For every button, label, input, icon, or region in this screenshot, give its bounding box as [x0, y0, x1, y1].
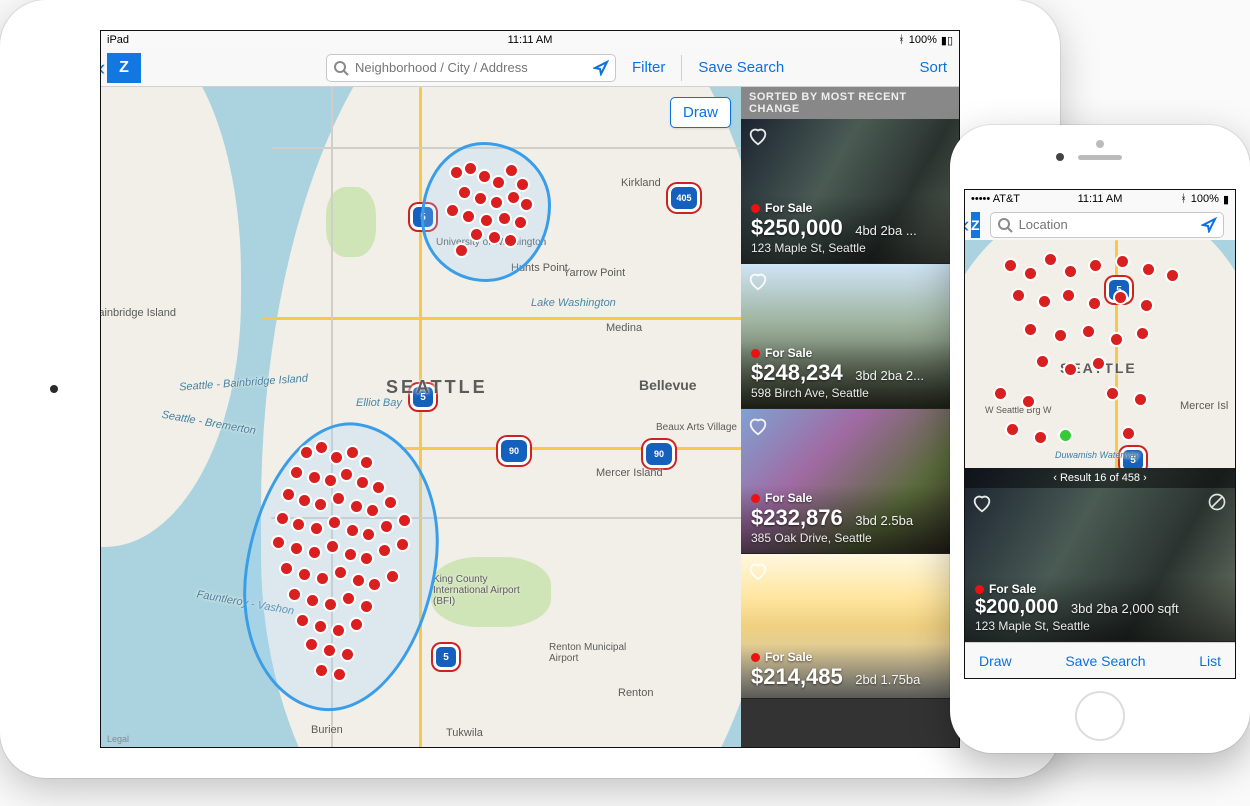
ipad-camera — [50, 385, 58, 393]
search-icon — [997, 217, 1013, 233]
iphone-home-button[interactable] — [1075, 691, 1125, 741]
iphone-screen: ••••• AT&T 11:11 AM ᚼ100%▮ Z Filter 5 5 … — [964, 189, 1236, 679]
listing-card[interactable]: For Sale $250,000 4bd 2ba ... 123 Maple … — [741, 119, 959, 264]
listing-card[interactable]: For Sale $232,876 3bd 2.5ba 385 Oak Driv… — [741, 409, 959, 554]
iphone-sensor — [1096, 140, 1104, 148]
bluetooth-icon: ᚼ — [898, 34, 905, 46]
save-search-button[interactable]: Save Search — [1065, 653, 1145, 669]
hwy-shield-90: 90 — [501, 440, 527, 462]
ipad-status-bar: iPad 11:11 AM ᚼ 100% ▮▯ — [101, 31, 959, 49]
map-label-burien: Burien — [311, 724, 343, 736]
map-label-beaux: Beaux Arts Village — [656, 422, 737, 433]
status-label: For Sale — [765, 201, 812, 215]
favorite-icon[interactable] — [971, 492, 993, 519]
map-label-duwamish: Duwamish Waterway — [1055, 450, 1139, 460]
map-label-mercer: Mercer Isl — [1180, 400, 1228, 412]
clock: 11:11 AM — [101, 34, 959, 46]
sort-button[interactable]: Sort — [913, 59, 953, 76]
iphone-bottom-bar: Draw Save Search List — [965, 642, 1235, 678]
listings-panel[interactable]: SORTED BY MOST RECENT CHANGE For Sale $2… — [741, 87, 959, 747]
map-label-bainbridge: Bainbridge Island — [101, 307, 176, 319]
ipad-device: iPad 11:11 AM ᚼ 100% ▮▯ Z Filter Save Se… — [0, 0, 1060, 778]
search-input[interactable] — [355, 60, 587, 75]
battery-icon: ▮▯ — [941, 34, 953, 47]
draw-button[interactable]: Draw — [979, 653, 1012, 669]
save-search-button[interactable]: Save Search — [692, 59, 790, 76]
favorite-icon[interactable] — [747, 125, 769, 152]
sorted-by-label: SORTED BY MOST RECENT CHANGE — [741, 87, 959, 119]
draw-button[interactable]: Draw — [670, 97, 731, 128]
ipad-content: 5 5 5 405 90 90 SEATTLE Bellevue Kirklan… — [101, 87, 959, 747]
search-input[interactable] — [1019, 217, 1195, 232]
hwy-shield-90: 90 — [646, 443, 672, 465]
list-button[interactable]: List — [1199, 653, 1221, 669]
map-label-kcair: King County International Airport (BFI) — [433, 574, 523, 607]
filter-button[interactable]: Filter — [626, 59, 671, 76]
map-label-seattle: SEATTLE — [386, 377, 488, 398]
status-dot — [751, 204, 760, 213]
map-label-tukwila: Tukwila — [446, 727, 483, 739]
search-box[interactable] — [990, 212, 1224, 238]
map-label-renton: Renton — [618, 687, 653, 699]
map-label-lakewa: Lake Washington — [531, 297, 616, 309]
listing-price: $250,000 — [751, 215, 843, 241]
battery-icon: ▮ — [1223, 193, 1229, 206]
map-label-medina: Medina — [606, 322, 642, 334]
favorite-icon[interactable] — [747, 560, 769, 587]
ipad-toolbar: Z Filter Save Search Sort — [101, 49, 959, 87]
battery-pct: 100% — [909, 34, 937, 46]
map-label-bellevue: Bellevue — [639, 377, 697, 393]
map-label-yarrow: Yarrow Point — [563, 267, 625, 279]
map-label-kirkland: Kirkland — [621, 177, 661, 189]
map-label-renair: Renton Municipal Airport — [549, 642, 629, 664]
listing-detail[interactable]: ‹ Result 16 of 458 › For Sale $200,000 3… — [965, 468, 1235, 642]
status-label: For Sale — [989, 582, 1036, 596]
iphone-status-bar: ••••• AT&T 11:11 AM ᚼ100%▮ — [965, 190, 1235, 208]
locate-icon[interactable] — [1201, 217, 1217, 233]
listing-price: $200,000 — [975, 596, 1058, 619]
map-label-elliot: Elliot Bay — [356, 397, 402, 409]
search-icon — [333, 60, 349, 76]
map-label-mercer: Mercer Island — [596, 467, 663, 479]
carrier-label: AT&T — [993, 193, 1020, 205]
result-counter[interactable]: ‹ Result 16 of 458 › — [965, 468, 1235, 488]
iphone-camera — [1056, 153, 1064, 161]
iphone-toolbar: Z Filter — [965, 208, 1235, 242]
locate-icon[interactable] — [593, 60, 609, 76]
search-box[interactable] — [326, 54, 616, 82]
hwy-shield-5: 5 — [436, 647, 456, 667]
hwy-shield-405: 405 — [671, 187, 697, 209]
favorite-icon[interactable] — [747, 415, 769, 442]
signal-icon: ••••• — [971, 193, 990, 205]
app-logo-back[interactable]: Z — [107, 53, 141, 83]
battery-pct: 100% — [1191, 193, 1219, 205]
listing-card[interactable]: For Sale $248,234 3bd 2ba 2... 598 Birch… — [741, 264, 959, 409]
listing-address: 123 Maple St, Seattle — [751, 241, 949, 255]
divider — [681, 55, 682, 81]
iphone-speaker — [1078, 155, 1122, 160]
bluetooth-icon: ᚼ — [1180, 193, 1187, 205]
favorite-icon[interactable] — [747, 270, 769, 297]
listing-card[interactable]: For Sale $214,485 2bd 1.75ba — [741, 554, 959, 699]
app-logo-back[interactable]: Z — [971, 212, 980, 238]
device-label: iPad — [107, 34, 129, 46]
iphone-device: ••••• AT&T 11:11 AM ᚼ100%▮ Z Filter 5 5 … — [950, 125, 1250, 753]
filter-button[interactable]: Filter — [1234, 217, 1236, 233]
map[interactable]: 5 5 5 405 90 90 SEATTLE Bellevue Kirklan… — [101, 87, 741, 747]
listing-address: 123 Maple St, Seattle — [975, 619, 1225, 633]
map-legal[interactable]: Legal — [107, 734, 129, 744]
ipad-screen: iPad 11:11 AM ᚼ 100% ▮▯ Z Filter Save Se… — [100, 30, 960, 748]
hide-listing-icon[interactable] — [1207, 492, 1227, 517]
map-label-wseattle: W Seattle Brg W — [985, 405, 1052, 415]
map[interactable]: 5 5 SEATTLE Mercer Isl Duwamish Waterway… — [965, 240, 1235, 468]
